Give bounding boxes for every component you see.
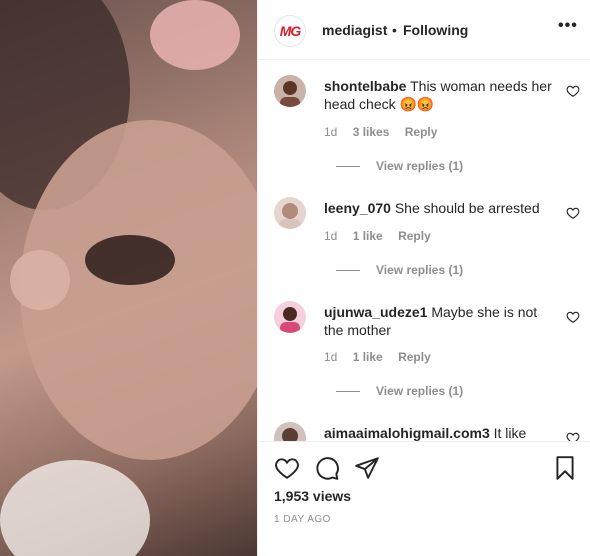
comment-like-heart-icon[interactable] (566, 206, 580, 220)
comment-username[interactable]: ujunwa_udeze1 (324, 304, 427, 320)
commenter-avatar[interactable] (274, 422, 306, 441)
avatar-photo-icon (274, 75, 306, 107)
comment-likes[interactable]: 3 likes (353, 125, 390, 139)
comment-meta: 1d 3 likes Reply (324, 125, 449, 139)
commenter-avatar[interactable] (274, 197, 306, 229)
post-video[interactable] (0, 0, 257, 556)
comment-username[interactable]: leeny_070 (324, 200, 391, 216)
save-bookmark-icon[interactable] (552, 455, 578, 481)
reply-button[interactable]: Reply (405, 125, 438, 139)
header-separator: • (392, 22, 397, 38)
baby-nose (10, 250, 70, 310)
commenter-avatar[interactable] (274, 301, 306, 333)
more-options-icon[interactable]: ••• (558, 17, 578, 35)
comment-age: 1d (324, 125, 338, 139)
author-avatar[interactable]: MG (274, 15, 306, 47)
comments-list[interactable]: shontelbabe This woman needs her head ch… (258, 61, 590, 441)
commenter-avatar[interactable] (274, 75, 306, 107)
author-username[interactable]: mediagist (322, 22, 387, 38)
view-replies-label: View replies (1) (376, 384, 464, 398)
comment-text: leeny_070 She should be arrested (324, 199, 554, 217)
comment-icon[interactable] (314, 455, 340, 481)
avatar-photo-icon (274, 301, 306, 333)
comment-likes[interactable]: 1 like (353, 350, 383, 364)
comment-likes[interactable]: 1 like (353, 229, 383, 243)
video-light-patch (0, 460, 150, 556)
comment-username[interactable]: shontelbabe (324, 78, 406, 94)
avatar-photo-icon (274, 422, 306, 441)
avatar-photo-icon (274, 197, 306, 229)
comment-like-heart-icon[interactable] (566, 310, 580, 324)
comment-meta: 1d 1 like Reply (324, 350, 443, 364)
comment-meta: 1d 1 like Reply (324, 229, 443, 243)
like-heart-icon[interactable] (274, 455, 300, 481)
comment-text: aimaaimalohigmail.com3 It like (324, 424, 554, 441)
comment-like-heart-icon[interactable] (566, 84, 580, 98)
views-count[interactable]: 1,953 views (274, 488, 351, 504)
comment-body: It like (493, 425, 527, 441)
comment-body: She should be arrested (394, 200, 540, 216)
following-button[interactable]: Following (403, 22, 468, 38)
comment-text: shontelbabe This woman needs her head ch… (324, 77, 554, 113)
view-replies-button[interactable]: View replies (1) (336, 159, 463, 173)
baby-eye (85, 235, 175, 285)
post-side-panel: MG mediagist • Following ••• shontelbabe… (257, 0, 590, 556)
share-paper-plane-icon[interactable] (354, 455, 380, 481)
view-replies-line (336, 269, 360, 271)
view-replies-line (336, 390, 360, 392)
comment-like-heart-icon[interactable] (566, 431, 580, 441)
view-replies-label: View replies (1) (376, 263, 464, 277)
reply-button[interactable]: Reply (398, 229, 431, 243)
comment-age: 1d (324, 229, 338, 243)
view-replies-label: View replies (1) (376, 159, 464, 173)
post-date: 1 DAY AGO (274, 514, 331, 525)
comment-text: ujunwa_udeze1 Maybe she is not the mothe… (324, 303, 554, 339)
reply-button[interactable]: Reply (398, 350, 431, 364)
comment-username[interactable]: aimaaimalohigmail.com3 (324, 425, 490, 441)
video-highlight (150, 0, 240, 70)
view-replies-button[interactable]: View replies (1) (336, 263, 463, 277)
post-header: MG mediagist • Following ••• (258, 0, 590, 60)
view-replies-button[interactable]: View replies (1) (336, 384, 463, 398)
view-replies-line (336, 165, 360, 167)
comment-age: 1d (324, 350, 338, 364)
post-actions: 1,953 views 1 DAY AGO (258, 441, 590, 556)
